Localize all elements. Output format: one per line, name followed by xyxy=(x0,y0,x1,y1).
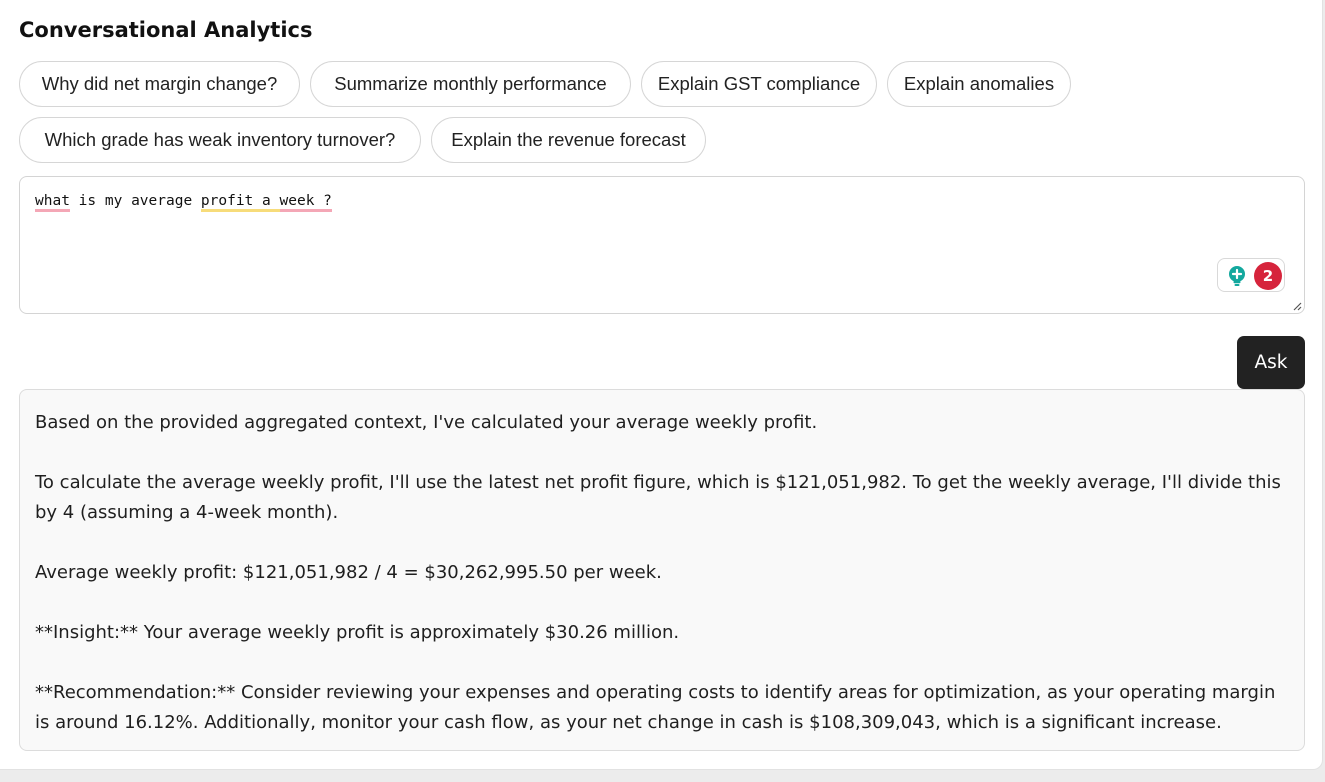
answer-paragraph: Average weekly profit: $121,051,982 / 4 … xyxy=(35,562,662,583)
suggestion-gst-compliance[interactable]: Explain GST compliance xyxy=(641,61,877,107)
suggestion-revenue-forecast[interactable]: Explain the revenue forecast xyxy=(431,117,706,163)
answer-paragraph: To calculate the average weekly profit, … xyxy=(35,472,1281,523)
prompt-word: week xyxy=(279,193,315,209)
page-title: Conversational Analytics xyxy=(19,18,313,42)
suggestion-monthly-performance[interactable]: Summarize monthly performance xyxy=(310,61,631,107)
answer-insight: **Insight:** Your average weekly profit … xyxy=(35,622,680,643)
answer-paragraph: Based on the provided aggregated context… xyxy=(35,412,818,433)
lightbulb-icon xyxy=(1229,266,1245,286)
prompt-word: my xyxy=(104,193,123,209)
grammar-suggestion-span[interactable]: profit a xyxy=(200,193,280,212)
misspelled-word[interactable]: what xyxy=(35,193,70,212)
question-textarea[interactable]: what is my average profit a week ? 2 xyxy=(19,176,1305,314)
analytics-panel: Conversational Analytics Why did net mar… xyxy=(0,0,1323,770)
ask-button[interactable]: Ask xyxy=(1237,336,1305,389)
suggestion-inventory-turnover[interactable]: Which grade has weak inventory turnover? xyxy=(19,117,421,163)
suggestion-net-margin[interactable]: Why did net margin change? xyxy=(19,61,300,107)
grammar-checker-badge[interactable]: 2 xyxy=(1217,258,1285,292)
prompt-word: ? xyxy=(323,193,332,209)
suggestion-anomalies[interactable]: Explain anomalies xyxy=(887,61,1071,107)
answer-recommendation: **Recommendation:** Consider reviewing y… xyxy=(35,682,1276,733)
prompt-word: average xyxy=(131,193,193,209)
question-text: what is my average profit a week ? xyxy=(35,193,332,212)
answer-panel: Based on the provided aggregated context… xyxy=(19,389,1305,751)
prompt-word: profit xyxy=(200,193,254,209)
prompt-word: a xyxy=(262,193,271,209)
issue-count-badge: 2 xyxy=(1254,262,1282,290)
spelling-suggestion-span[interactable]: week ? xyxy=(279,193,332,212)
prompt-word: is xyxy=(78,193,97,209)
resize-handle-icon[interactable] xyxy=(1292,301,1302,311)
